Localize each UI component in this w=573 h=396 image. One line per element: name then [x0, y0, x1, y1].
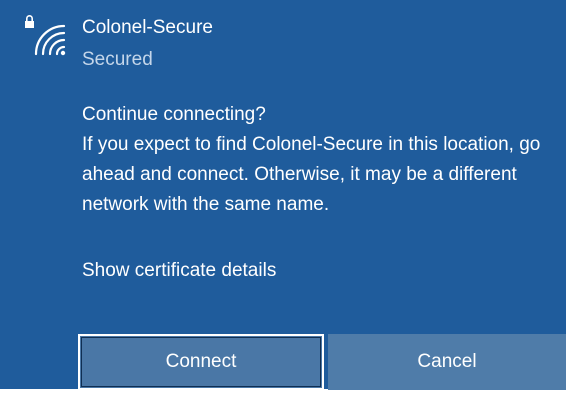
- network-status: Secured: [82, 49, 153, 70]
- wifi-secured-icon: [22, 14, 68, 56]
- show-certificate-link[interactable]: Show certificate details: [82, 256, 276, 286]
- connect-button[interactable]: Connect: [78, 334, 324, 390]
- prompt-body: If you expect to find Colonel-Secure in …: [82, 134, 541, 215]
- connection-prompt: Continue connecting? If you expect to fi…: [82, 100, 562, 220]
- prompt-question: Continue connecting?: [82, 104, 266, 125]
- cancel-button[interactable]: Cancel: [328, 334, 566, 390]
- network-name: Colonel-Secure: [82, 17, 213, 38]
- wifi-connect-panel: Colonel-Secure Secured Continue connecti…: [0, 0, 566, 390]
